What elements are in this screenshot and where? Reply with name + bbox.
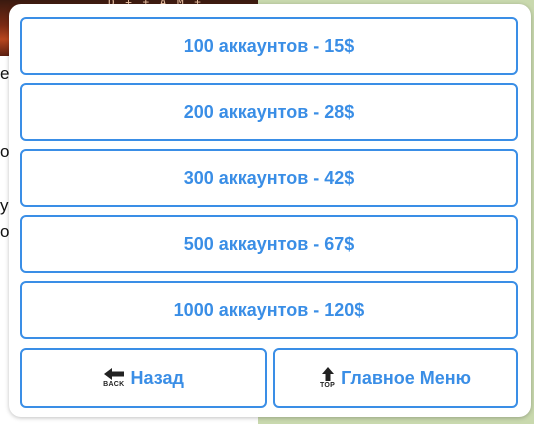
- back-arrow-icon: BACK: [103, 368, 124, 388]
- button-label: 500 аккаунтов - 67$: [183, 233, 355, 254]
- option-500-accounts-button[interactable]: 500 аккаунтов - 67$: [20, 215, 518, 273]
- message-text-fragment: y: [0, 196, 9, 215]
- button-label: 100 аккаунтов - 15$: [183, 35, 355, 56]
- main-menu-button[interactable]: TOP Главное Меню: [273, 348, 518, 408]
- button-label: Главное Меню: [341, 367, 472, 388]
- back-icon-caption: BACK: [103, 381, 125, 388]
- reply-keyboard: 100 аккаунтов - 15$ 200 аккаунтов - 28$ …: [9, 4, 531, 417]
- button-label: 1000 аккаунтов - 120$: [173, 299, 365, 320]
- option-1000-accounts-button[interactable]: 1000 аккаунтов - 120$: [20, 281, 518, 339]
- top-icon-caption: TOP: [319, 382, 336, 389]
- option-200-accounts-button[interactable]: 200 аккаунтов - 28$: [20, 83, 518, 141]
- back-button[interactable]: BACK Назад: [20, 348, 267, 408]
- button-label: 200 аккаунтов - 28$: [183, 101, 355, 122]
- button-label: Назад: [130, 367, 184, 388]
- option-100-accounts-button[interactable]: 100 аккаунтов - 15$: [20, 17, 518, 75]
- option-300-accounts-button[interactable]: 300 аккаунтов - 42$: [20, 149, 518, 207]
- top-arrow-icon: TOP: [320, 367, 335, 389]
- button-label: 300 аккаунтов - 42$: [183, 167, 355, 188]
